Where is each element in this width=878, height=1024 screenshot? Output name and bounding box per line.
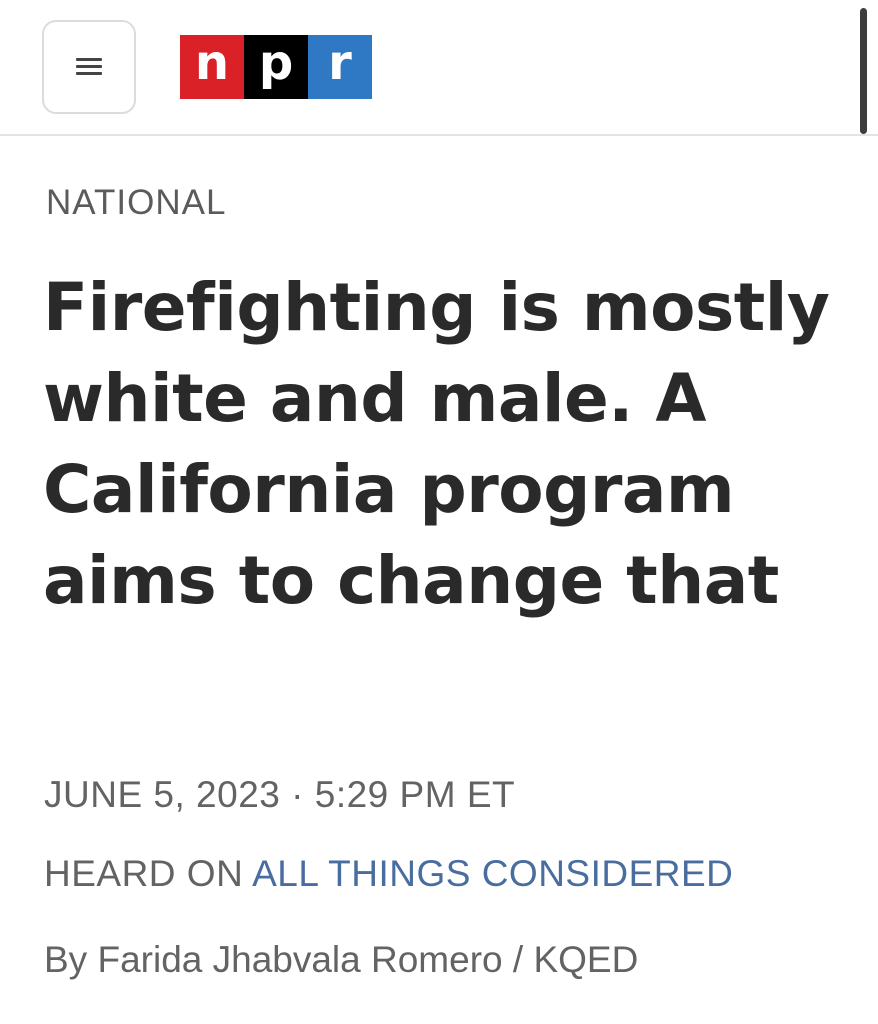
scrollbar-thumb[interactable] bbox=[860, 8, 867, 134]
heard-on-label: HEARD ON bbox=[44, 853, 244, 894]
show-link[interactable]: ALL THINGS CONSIDERED bbox=[252, 853, 733, 894]
publish-date: JUNE 5, 2023 bbox=[44, 774, 281, 815]
article-headline: Firefighting is mostly white and male. A… bbox=[43, 269, 830, 619]
dateline: JUNE 5, 2023 · 5:29 PM ET bbox=[44, 774, 515, 816]
logo-letter-n: n bbox=[180, 35, 244, 99]
hamburger-icon bbox=[76, 57, 102, 77]
affiliate-name: KQED bbox=[533, 939, 639, 980]
author-link[interactable]: Farida Jhabvala Romero bbox=[97, 939, 502, 980]
heard-on: HEARD ON ALL THINGS CONSIDERED bbox=[44, 853, 733, 895]
date-separator: · bbox=[291, 774, 304, 815]
logo-letter-r: r bbox=[308, 35, 372, 99]
byline: By Farida Jhabvala Romero / KQED bbox=[44, 939, 638, 981]
npr-logo[interactable]: n p r bbox=[180, 35, 372, 99]
byline-prefix: By bbox=[44, 939, 88, 980]
site-header: n p r bbox=[0, 0, 878, 136]
byline-divider: / bbox=[512, 939, 524, 980]
article-page: n p r NATIONAL Firefighting is mostly wh… bbox=[0, 0, 878, 1024]
publish-time: 5:29 PM ET bbox=[314, 774, 516, 815]
section-label[interactable]: NATIONAL bbox=[46, 183, 226, 223]
logo-letter-p: p bbox=[244, 35, 308, 99]
menu-button[interactable] bbox=[42, 20, 136, 114]
